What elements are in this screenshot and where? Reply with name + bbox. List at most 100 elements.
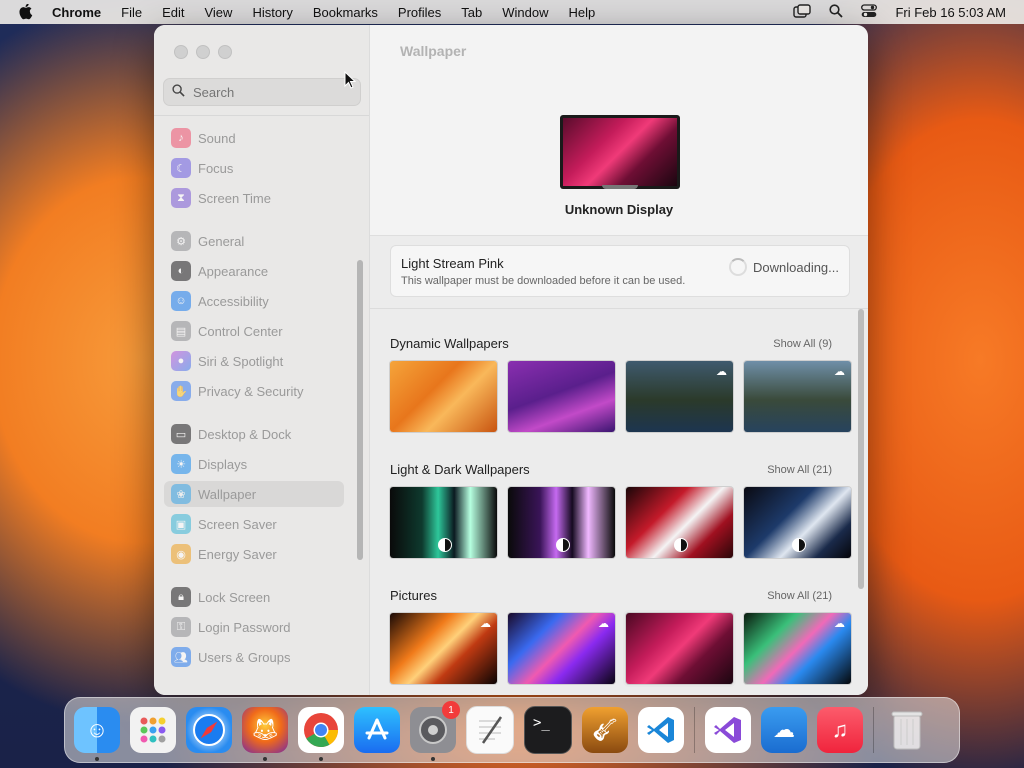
show-all-dynamic-button[interactable]: Show All (9) bbox=[773, 338, 832, 350]
close-button[interactable] bbox=[174, 45, 188, 59]
main-scrollbar[interactable] bbox=[858, 309, 864, 589]
dock-app-store-icon[interactable] bbox=[354, 707, 400, 753]
wallpaper-thumbnail-selected[interactable] bbox=[626, 613, 733, 684]
menu-history[interactable]: History bbox=[252, 5, 292, 20]
spotlight-search-icon[interactable] bbox=[829, 3, 844, 21]
wallpaper-thumbnail[interactable] bbox=[626, 487, 733, 558]
dock-finder-icon[interactable]: ☺ bbox=[74, 707, 120, 761]
menubar-clock[interactable]: Fri Feb 16 5:03 AM bbox=[895, 5, 1006, 20]
sidebar-item-energy-saver[interactable]: ◉ Energy Saver bbox=[164, 541, 344, 567]
sidebar-item-screen-time[interactable]: ⧗ Screen Time bbox=[164, 185, 344, 211]
display-name: Unknown Display bbox=[564, 202, 674, 217]
dock-safari-icon[interactable] bbox=[186, 707, 232, 753]
dock-chrome-icon[interactable] bbox=[298, 707, 344, 761]
show-all-light-dark-button[interactable]: Show All (21) bbox=[767, 464, 832, 476]
control-center-icon[interactable] bbox=[861, 3, 878, 21]
notification-badge: 1 bbox=[442, 701, 460, 719]
dock-divider bbox=[873, 707, 874, 753]
current-wallpaper-note: This wallpaper must be downloaded before… bbox=[401, 275, 686, 287]
menu-edit[interactable]: Edit bbox=[162, 5, 184, 20]
wallpaper-thumbnail[interactable] bbox=[390, 487, 497, 558]
window-controls bbox=[174, 45, 232, 59]
dynamic-wallpaper-grid: ☁ ☁ bbox=[390, 361, 851, 432]
sidebar-item-control-center[interactable]: ▤ Control Center bbox=[164, 318, 344, 344]
sidebar-search[interactable] bbox=[163, 78, 361, 106]
monitor-preview bbox=[560, 115, 680, 189]
wallpaper-thumbnail[interactable] bbox=[390, 361, 497, 432]
wallpaper-thumbnail[interactable]: ☁ bbox=[744, 613, 851, 684]
minimize-button[interactable] bbox=[196, 45, 210, 59]
sidebar-item-sound[interactable]: ♪ Sound bbox=[164, 125, 344, 151]
dock-trash-icon[interactable] bbox=[884, 707, 930, 753]
section-title-dynamic: Dynamic Wallpapers bbox=[390, 336, 509, 351]
search-input[interactable] bbox=[191, 83, 355, 101]
running-indicator bbox=[431, 757, 435, 761]
zoom-button[interactable] bbox=[218, 45, 232, 59]
wallpaper-thumbnail[interactable] bbox=[508, 361, 615, 432]
wallpaper-thumbnail[interactable] bbox=[508, 487, 615, 558]
light-dark-mode-icon bbox=[556, 538, 570, 552]
menu-window[interactable]: Window bbox=[502, 5, 548, 20]
wallpaper-thumbnail[interactable] bbox=[744, 487, 851, 558]
dock-visual-studio-icon[interactable] bbox=[705, 707, 751, 753]
sidebar-item-label: Screen Saver bbox=[198, 516, 277, 532]
dock-divider bbox=[694, 707, 695, 753]
menu-bookmarks[interactable]: Bookmarks bbox=[313, 5, 378, 20]
sidebar-item-label: Appearance bbox=[198, 263, 269, 279]
sidebar-item-users-groups[interactable]: 👥︎ Users & Groups bbox=[164, 644, 344, 670]
sidebar-item-privacy-security[interactable]: ✋ Privacy & Security bbox=[164, 378, 344, 404]
sidebar-item-general[interactable]: ⚙ General bbox=[164, 228, 344, 254]
menu-tab[interactable]: Tab bbox=[461, 5, 482, 20]
sidebar-item-label: Wallpaper bbox=[198, 486, 257, 502]
control-center-icon: ▤ bbox=[171, 321, 191, 341]
current-wallpaper-name: Light Stream Pink bbox=[401, 256, 504, 271]
wallpaper-thumbnail[interactable]: ☁ bbox=[508, 613, 615, 684]
dock-garageband-icon[interactable]: 🎸︎ bbox=[582, 707, 628, 753]
search-icon bbox=[172, 84, 185, 100]
sidebar-item-focus[interactable]: ☾ Focus bbox=[164, 155, 344, 181]
menu-profiles[interactable]: Profiles bbox=[398, 5, 441, 20]
wallpaper-thumbnail[interactable]: ☁ bbox=[626, 361, 733, 432]
sidebar-item-desktop-dock[interactable]: ▭ Desktop & Dock bbox=[164, 421, 344, 447]
apple-menu-icon[interactable] bbox=[0, 4, 52, 20]
running-indicator bbox=[319, 757, 323, 761]
show-all-pictures-button[interactable]: Show All (21) bbox=[767, 590, 832, 602]
menu-help[interactable]: Help bbox=[569, 5, 596, 20]
sidebar-item-accessibility[interactable]: ☺ Accessibility bbox=[164, 288, 344, 314]
light-dark-mode-icon bbox=[438, 538, 452, 552]
menu-view[interactable]: View bbox=[204, 5, 232, 20]
gear-icon: ⚙ bbox=[171, 231, 191, 251]
sidebar-item-lock-screen[interactable]: 🔒︎ Lock Screen bbox=[164, 584, 344, 610]
sidebar-scrollbar[interactable] bbox=[357, 260, 363, 560]
dock-firefox-icon[interactable]: 🦊︎ bbox=[242, 707, 288, 761]
dock-launchpad-icon[interactable] bbox=[130, 707, 176, 753]
dock-system-settings-icon[interactable]: 1 bbox=[410, 701, 460, 761]
sidebar-item-appearance[interactable]: ◐ Appearance bbox=[164, 258, 344, 284]
menu-bar: Chrome File Edit View History Bookmarks … bbox=[0, 0, 1024, 24]
wallpaper-pane: Wallpaper Unknown Display Light Stream P… bbox=[370, 25, 868, 695]
window-switcher-icon[interactable] bbox=[793, 3, 812, 21]
cloud-download-icon: ☁ bbox=[598, 618, 609, 630]
menu-app-name[interactable]: Chrome bbox=[52, 5, 101, 20]
dock-icon: ▭ bbox=[171, 424, 191, 444]
sidebar-item-label: Energy Saver bbox=[198, 546, 277, 562]
accessibility-icon: ☺ bbox=[171, 291, 191, 311]
download-status: Downloading... bbox=[729, 258, 839, 276]
sidebar-item-screen-saver[interactable]: ▣ Screen Saver bbox=[164, 511, 344, 537]
dock-terminal-icon[interactable]: >_ bbox=[524, 706, 572, 754]
dock-textedit-icon[interactable] bbox=[466, 706, 514, 754]
sidebar-item-displays[interactable]: ☀ Displays bbox=[164, 451, 344, 477]
wallpaper-thumbnail[interactable]: ☁ bbox=[390, 613, 497, 684]
menu-file[interactable]: File bbox=[121, 5, 142, 20]
dock-music-icon[interactable]: ♫ bbox=[817, 707, 863, 753]
wallpaper-thumbnail[interactable]: ☁ bbox=[744, 361, 851, 432]
terminal-prompt-icon: >_ bbox=[533, 715, 550, 731]
dock-vscode-icon[interactable] bbox=[638, 707, 684, 753]
system-settings-window: ♪ Sound ☾ Focus ⧗ Screen Time ⚙ General ◐ App… bbox=[154, 25, 868, 695]
sidebar-item-wallpaper[interactable]: ❀ Wallpaper bbox=[164, 481, 344, 507]
sidebar-item-label: Users & Groups bbox=[198, 649, 291, 665]
sidebar-item-login-password[interactable]: ⚿ Login Password bbox=[164, 614, 344, 640]
dock-weather-icon[interactable]: ☁ bbox=[761, 707, 807, 753]
dock: ☺ 🦊︎ 1 >_ 🎸︎ ☁ ♫ bbox=[64, 697, 960, 763]
sidebar-item-siri-spotlight[interactable]: ● Siri & Spotlight bbox=[164, 348, 344, 374]
